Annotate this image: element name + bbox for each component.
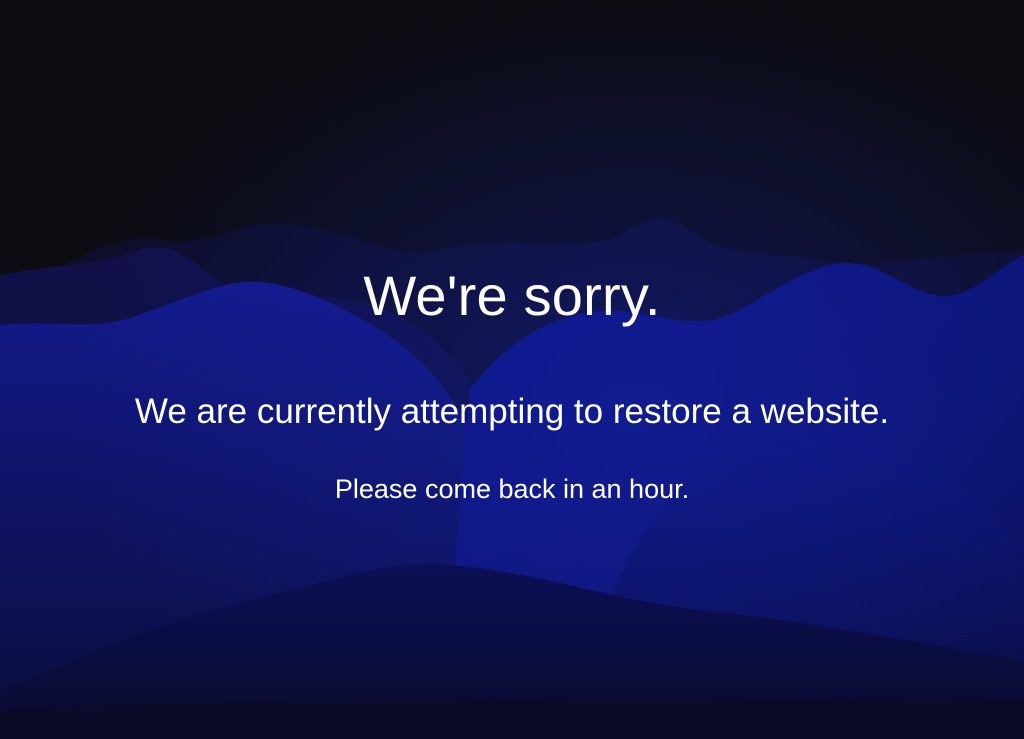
return-notice: Please come back in an hour.: [334, 474, 690, 504]
status-message: We are currently attempting to restore a…: [134, 392, 890, 431]
page-title: We're sorry.: [363, 264, 661, 327]
maintenance-page: We're sorry. We are currently attempting…: [0, 0, 1024, 739]
mountain-wave-background: [0, 0, 1024, 739]
